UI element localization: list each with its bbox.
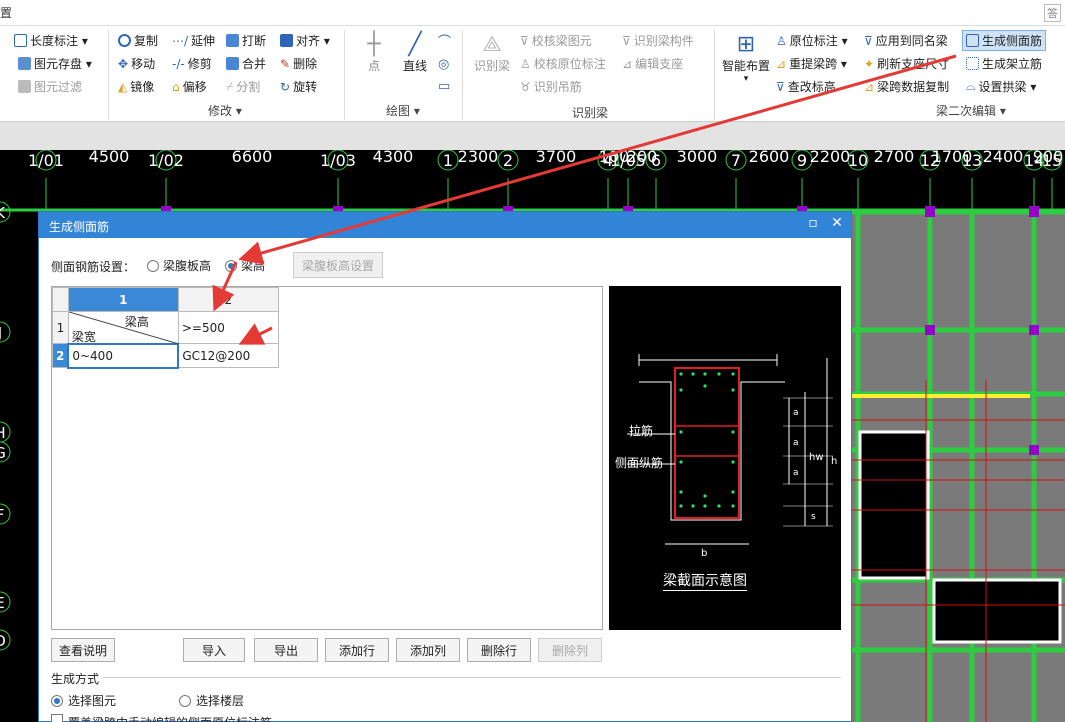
annotation-arrow: [238, 323, 273, 345]
annotation-arrow: [238, 54, 957, 265]
annotation-arrows: [212, 54, 957, 345]
annotation-arrow: [212, 261, 238, 312]
